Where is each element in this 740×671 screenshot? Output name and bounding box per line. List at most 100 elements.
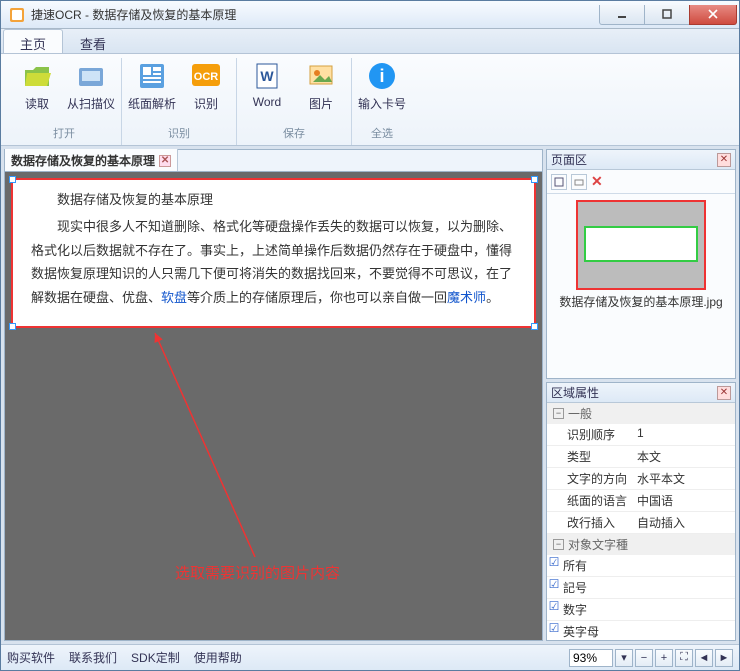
prop-key: 文字的方向 — [547, 468, 633, 489]
titlebar: 捷速OCR - 数据存储及恢复的基本原理 — [1, 1, 739, 29]
prop-value[interactable]: 中国语 — [633, 490, 735, 511]
document-tab[interactable]: 数据存储及恢复的基本原理 ✕ — [5, 149, 178, 172]
image-icon — [305, 60, 337, 92]
next-page-button[interactable]: ► — [715, 649, 733, 667]
group-recog-label: 识别 — [168, 125, 190, 141]
page-text: 数据存储及恢复的基本原理 现实中很多人不知道删除、格式化等硬盘操作丢失的数据可以… — [13, 180, 534, 317]
card-label: 输入卡号 — [358, 95, 406, 112]
checkbox[interactable]: ☑ — [547, 599, 561, 620]
tab-view[interactable]: 查看 — [63, 29, 123, 53]
status-buy-link[interactable]: 购买软件 — [7, 649, 55, 666]
annotation-text: 选取需要识别的图片内容 — [175, 562, 340, 583]
prev-page-button[interactable]: ◄ — [695, 649, 713, 667]
collapse-icon[interactable]: − — [553, 408, 564, 419]
svg-text:OCR: OCR — [194, 71, 219, 83]
collapse-icon[interactable]: − — [553, 539, 564, 550]
ocr-region[interactable]: 数据存储及恢复的基本原理 现实中很多人不知道删除、格式化等硬盘操作丢失的数据可以… — [11, 178, 536, 328]
read-label: 读取 — [25, 95, 49, 112]
pager-toolbar: ✕ — [547, 170, 735, 194]
document-canvas[interactable]: 数据存储及恢复的基本原理 现实中很多人不知道删除、格式化等硬盘操作丢失的数据可以… — [4, 171, 543, 641]
prop-key: 改行插入 — [547, 512, 633, 533]
read-button[interactable]: 读取 — [13, 58, 61, 123]
layout-icon — [136, 60, 168, 92]
zoom-input[interactable] — [569, 649, 613, 667]
zoom-out-button[interactable]: − — [635, 649, 653, 667]
link-softdisk[interactable]: 软盘 — [161, 290, 187, 305]
ocr-button[interactable]: OCR 识别 — [182, 58, 230, 123]
thumb-view-icon[interactable] — [551, 174, 567, 190]
resize-handle[interactable] — [9, 176, 16, 183]
props-panel-header: 区域属性 ✕ — [547, 383, 735, 403]
word-label: Word — [253, 95, 281, 109]
page-title: 数据存储及恢复的基本原理 — [31, 188, 516, 211]
minimize-button[interactable] — [599, 5, 645, 25]
card-button[interactable]: i 输入卡号 — [358, 58, 406, 123]
maximize-button[interactable] — [644, 5, 690, 25]
folder-open-icon — [21, 60, 53, 92]
resize-handle[interactable] — [531, 323, 538, 330]
document-tab-title: 数据存储及恢复的基本原理 — [11, 152, 155, 169]
prop-category[interactable]: −对象文字種 — [547, 534, 735, 555]
scanner-button[interactable]: 从扫描仪 — [67, 58, 115, 123]
annotation-arrow — [145, 327, 265, 567]
group-select-label: 全选 — [371, 125, 393, 141]
resize-handle[interactable] — [531, 176, 538, 183]
prop-key: 类型 — [547, 446, 633, 467]
prop-value[interactable]: 水平本文 — [633, 468, 735, 489]
prop-value[interactable]: 自动插入 — [633, 512, 735, 533]
svg-text:i: i — [379, 66, 384, 86]
ribbon: 读取 从扫描仪 打开 纸面解析 OCR 识别 识别 — [1, 54, 739, 146]
checkbox[interactable]: ☑ — [547, 555, 561, 576]
tab-main[interactable]: 主页 — [3, 29, 63, 53]
window-title: 捷速OCR - 数据存储及恢复的基本原理 — [31, 6, 600, 23]
zoom-fit-button[interactable]: ⛶ — [675, 649, 693, 667]
group-open-label: 打开 — [53, 125, 75, 141]
ribbon-tabbar: 主页 查看 — [1, 29, 739, 54]
prop-value[interactable]: 本文 — [633, 446, 735, 467]
word-icon: W — [251, 60, 283, 92]
property-grid[interactable]: −一般 识别顺序1 类型本文 文字的方向水平本文 纸面的语言中国语 改行插入自动… — [547, 403, 735, 640]
thumbnail-region — [584, 226, 698, 262]
info-icon: i — [366, 60, 398, 92]
prop-key: 所有 — [561, 555, 647, 576]
word-button[interactable]: W Word — [243, 58, 291, 123]
scanner-label: 从扫描仪 — [67, 95, 115, 112]
app-icon — [9, 7, 25, 23]
resize-handle[interactable] — [9, 323, 16, 330]
page-thumbnail[interactable] — [576, 200, 706, 290]
image-label: 图片 — [309, 95, 333, 112]
panel-close-icon[interactable]: ✕ — [717, 386, 731, 400]
prop-key: 記号 — [561, 577, 647, 598]
checkbox[interactable]: ☑ — [547, 577, 561, 598]
panel-close-icon[interactable]: ✕ — [717, 153, 731, 167]
scanner-icon — [75, 60, 107, 92]
pager-panel-header: 页面区 ✕ — [547, 150, 735, 170]
close-button[interactable] — [689, 5, 737, 25]
prop-key: 数字 — [561, 599, 647, 620]
page-paragraph: 现实中很多人不知道删除、格式化等硬盘操作丢失的数据可以恢复，以为删除、格式化以后… — [31, 215, 516, 309]
status-help-link[interactable]: 使用帮助 — [194, 649, 242, 666]
parse-button[interactable]: 纸面解析 — [128, 58, 176, 123]
ocr-label: 识别 — [194, 95, 218, 112]
status-contact-link[interactable]: 联系我们 — [69, 649, 117, 666]
thumbnail-label: 数据存储及恢复的基本原理.jpg — [559, 294, 722, 311]
prop-key: 识别顺序 — [547, 424, 633, 445]
checkbox[interactable]: ☑ — [547, 621, 561, 640]
prop-value[interactable]: 1 — [633, 424, 735, 445]
prop-category[interactable]: −一般 — [547, 403, 735, 424]
tab-close-icon[interactable]: ✕ — [159, 155, 171, 167]
document-tabbar: 数据存储及恢复的基本原理 ✕ — [4, 149, 543, 171]
ocr-icon: OCR — [190, 60, 222, 92]
group-save-label: 保存 — [283, 125, 305, 141]
delete-page-icon[interactable]: ✕ — [591, 173, 603, 190]
prop-key: 英字母 — [561, 621, 647, 640]
image-button[interactable]: 图片 — [297, 58, 345, 123]
pager-title: 页面区 — [551, 151, 587, 168]
prop-key: 纸面的语言 — [547, 490, 633, 511]
link-magician[interactable]: 魔术师 — [447, 290, 486, 305]
list-view-icon[interactable] — [571, 174, 587, 190]
statusbar: 购买软件 联系我们 SDK定制 使用帮助 ▾ − + ⛶ ◄ ► — [1, 644, 739, 670]
zoom-in-button[interactable]: + — [655, 649, 673, 667]
status-sdk-link[interactable]: SDK定制 — [131, 649, 180, 666]
zoom-dropdown-icon[interactable]: ▾ — [615, 649, 633, 667]
